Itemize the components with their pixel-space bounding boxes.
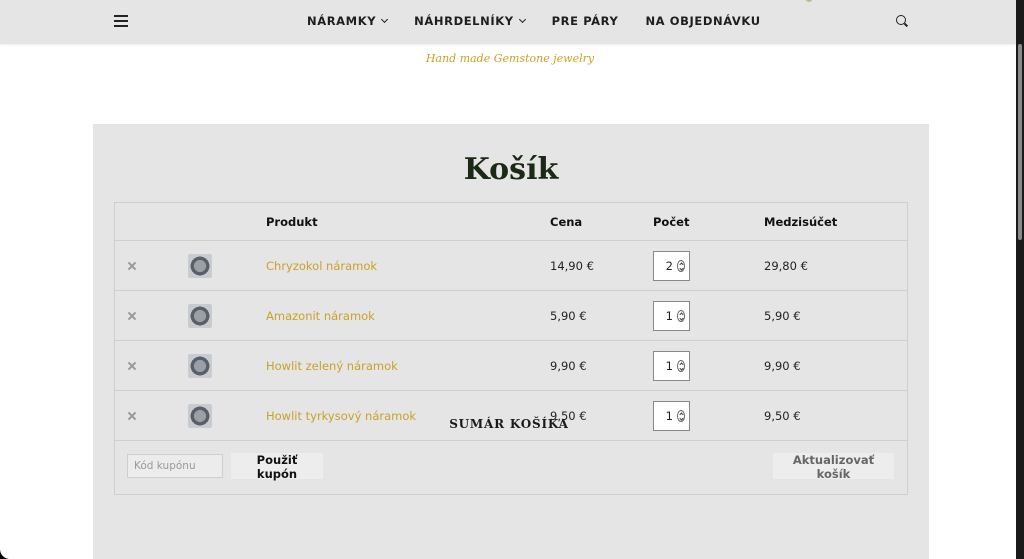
- remove-item-icon[interactable]: [127, 361, 137, 371]
- product-price: 5,90 €: [550, 308, 587, 323]
- apply-coupon-button[interactable]: Použiť kupón: [231, 453, 323, 481]
- product-thumbnail[interactable]: [188, 303, 212, 328]
- menu-item-pre-pary[interactable]: PRE PÁRY: [552, 14, 619, 28]
- cart-section: Košík Produkt Cena Počet Medzisúčet Chry…: [93, 124, 929, 559]
- browser-viewport: NÁRAMKY NÁHRDELNÍKY PRE PÁRY NA OBJEDNÁV…: [0, 0, 1016, 559]
- top-navigation: NÁRAMKY NÁHRDELNÍKY PRE PÁRY NA OBJEDNÁV…: [0, 0, 1016, 44]
- coupon-code-input[interactable]: [127, 454, 223, 478]
- product-link[interactable]: Amazonit náramok: [266, 309, 375, 323]
- quantity-stepper[interactable]: 1: [653, 350, 690, 381]
- product-link[interactable]: Howlit zelený náramok: [266, 359, 398, 373]
- quantity-value: 2: [665, 258, 673, 273]
- column-header-subtotal: Medzisúčet: [764, 214, 838, 229]
- table-row: Chryzokol náramok 14,90 € 2 29,80 €: [115, 241, 907, 291]
- menu-item-na-objednavku[interactable]: NA OBJEDNÁVKU: [645, 14, 760, 28]
- chevron-down-icon: [518, 15, 526, 24]
- table-row: Amazonit náramok 5,90 € 1 5,90 €: [115, 291, 907, 341]
- chevron-down-icon: [381, 15, 389, 24]
- cart-summary-heading: SUMÁR KOŠÍKA: [449, 417, 569, 431]
- quantity-value: 1: [665, 308, 673, 323]
- spinner-arrows-icon[interactable]: [677, 259, 685, 272]
- remove-item-icon[interactable]: [127, 261, 137, 271]
- menu-item-naramky[interactable]: NÁRAMKY: [307, 14, 389, 28]
- quantity-stepper[interactable]: 1: [653, 300, 690, 331]
- update-cart-button[interactable]: Aktualizovať košík: [773, 453, 894, 481]
- remove-item-icon[interactable]: [127, 311, 137, 321]
- table-header-row: Produkt Cena Počet Medzisúčet: [115, 203, 907, 241]
- spinner-arrows-icon[interactable]: [677, 309, 685, 322]
- site-tagline: Hand made Gemstone jewelry: [425, 52, 595, 65]
- menu-item-label: PRE PÁRY: [551, 14, 619, 28]
- product-price: 14,90 €: [550, 258, 594, 273]
- product-price: 9,90 €: [550, 358, 587, 373]
- search-icon[interactable]: [896, 15, 906, 25]
- page-scrollbar[interactable]: [1016, 0, 1024, 559]
- column-header-price: Cena: [550, 214, 583, 229]
- scrollbar-thumb[interactable]: [1018, 44, 1022, 240]
- table-row: Howlit zelený náramok 9,90 € 1 9,90 €: [115, 341, 907, 391]
- product-thumbnail[interactable]: [188, 353, 212, 378]
- quantity-stepper[interactable]: 2: [653, 250, 690, 281]
- column-header-quantity: Počet: [653, 214, 690, 229]
- product-subtotal: 5,90 €: [764, 308, 801, 323]
- page-title: Košík: [463, 152, 559, 187]
- menu-item-label: NÁRAMKY: [307, 14, 377, 28]
- menu-item-nahrdelniky[interactable]: NÁHRDELNÍKY: [414, 14, 526, 28]
- decorative-dot: [806, 0, 812, 2]
- menu-item-label: NÁHRDELNÍKY: [414, 14, 514, 28]
- cart-table: Produkt Cena Počet Medzisúčet Chryzokol …: [114, 202, 908, 495]
- product-thumbnail[interactable]: [188, 253, 212, 278]
- product-link[interactable]: Chryzokol náramok: [266, 259, 377, 273]
- menu-item-label: NA OBJEDNÁVKU: [645, 14, 761, 28]
- table-row: Howlit tyrkysový náramok 9,50 € 1 9,50 €: [115, 391, 907, 441]
- quantity-value: 1: [665, 358, 673, 373]
- spinner-arrows-icon[interactable]: [677, 359, 685, 372]
- main-menu: NÁRAMKY NÁHRDELNÍKY PRE PÁRY NA OBJEDNÁV…: [307, 14, 788, 28]
- product-subtotal: 29,80 €: [764, 258, 808, 273]
- product-subtotal: 9,90 €: [764, 358, 801, 373]
- column-header-product: Produkt: [266, 214, 318, 229]
- hamburger-menu-icon[interactable]: [114, 15, 128, 27]
